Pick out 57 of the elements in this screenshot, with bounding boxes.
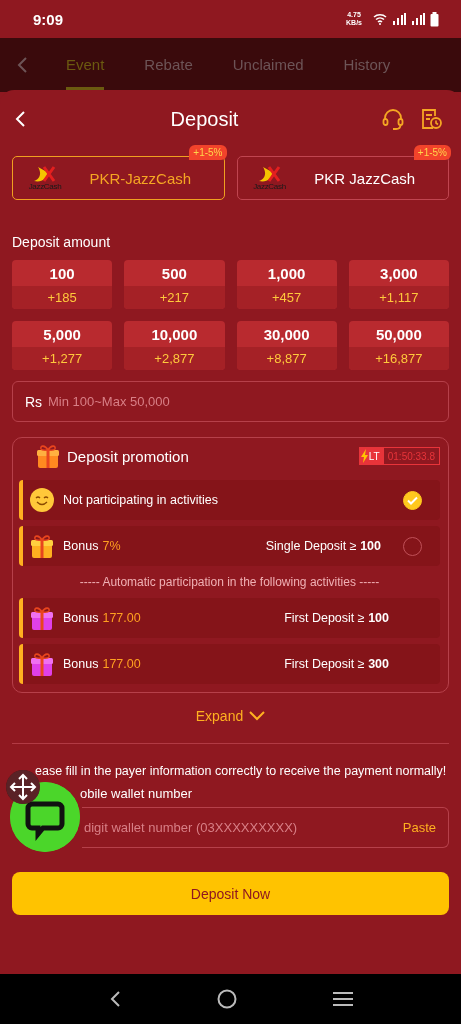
section-label: Deposit amount	[12, 234, 112, 250]
gift-icon	[29, 651, 55, 677]
field-label: obile wallet number	[80, 786, 193, 801]
gift-icon	[29, 605, 55, 631]
promotion-title: Deposit promotion	[67, 447, 190, 465]
payment-method-option[interactable]: JazzCash PKR-JazzCash	[12, 156, 225, 200]
amount-option[interactable]: 50,000 +16,877	[348, 321, 449, 370]
auto-participation-note: ----- Automatic participation in the following activities -----	[78, 574, 381, 591]
logo-text: JazzCash	[253, 181, 286, 191]
wallet-number-field[interactable]: digit wallet number (03XXXXXXXXX) Paste	[82, 807, 449, 848]
option-label: Bonus	[63, 539, 99, 553]
crescent-logo-icon	[34, 165, 56, 182]
option-label: Bonus	[63, 611, 99, 625]
logo-text: JazzCash	[28, 181, 62, 191]
bonus-value: 7%	[102, 539, 121, 553]
amount-option[interactable]: 30,000 +8,877	[236, 321, 337, 370]
deposit-condition: First Deposit ≥ 300	[284, 657, 389, 671]
amount-option[interactable]: 500 +217	[124, 260, 225, 309]
smiley-icon	[29, 487, 55, 513]
promotion-option[interactable]: Bonus 7% Single Deposit ≥ 100	[19, 526, 440, 566]
notice-text: ease fill in the payer information correctly to receive the payment normally!	[35, 764, 448, 778]
gift-icon	[29, 533, 55, 559]
amount-option[interactable]: 10,000 +2,877	[124, 321, 225, 370]
expand-button[interactable]: Expand	[189, 707, 272, 725]
option-label: Not participating in activities	[63, 493, 218, 507]
headset-icon[interactable]	[381, 107, 405, 131]
payment-method-option[interactable]: JazzCash PKR JazzCash	[236, 156, 449, 200]
gift-icon	[35, 443, 61, 469]
checkmark-icon	[407, 495, 418, 505]
option-label: Bonus	[63, 657, 99, 671]
bonus-value: 177.00	[102, 657, 141, 671]
currency-label: Rs	[25, 394, 43, 410]
amount-option[interactable]: 1,000 +457	[236, 260, 337, 309]
bonus-value: 177.00	[102, 611, 141, 625]
clock-time: 9:09	[33, 10, 65, 28]
deposit-now-button[interactable]: Deposit Now	[12, 872, 449, 915]
bonus-badge: +1-5%	[189, 145, 227, 160]
amount-option[interactable]: 5,000 +1,277	[12, 321, 113, 370]
crescent-logo-icon	[258, 165, 281, 182]
signal-icon	[411, 13, 425, 25]
deposit-condition: Single Deposit ≥ 100	[265, 539, 381, 553]
battery-icon	[430, 11, 439, 27]
chevron-down-icon	[249, 711, 266, 721]
home-icon[interactable]	[216, 989, 237, 1009]
paste-button[interactable]: Paste	[402, 820, 436, 835]
promotion-option[interactable]: Not participating in activities	[19, 480, 440, 520]
signal-icon	[392, 13, 406, 25]
deposit-condition: First Deposit ≥ 100	[284, 611, 389, 625]
menu-icon[interactable]	[331, 991, 354, 1007]
sheet-title: Deposit	[169, 107, 240, 131]
timer-text: 01:50:33.8	[386, 450, 436, 462]
lightning-icon	[359, 449, 369, 463]
amount-option[interactable]: 3,000 +1,117	[348, 260, 449, 309]
wifi-icon	[373, 13, 387, 25]
bonus-badge: +1-5%	[413, 145, 451, 160]
history-icon[interactable]	[419, 107, 443, 131]
amount-option[interactable]: 100 +185	[12, 260, 113, 309]
